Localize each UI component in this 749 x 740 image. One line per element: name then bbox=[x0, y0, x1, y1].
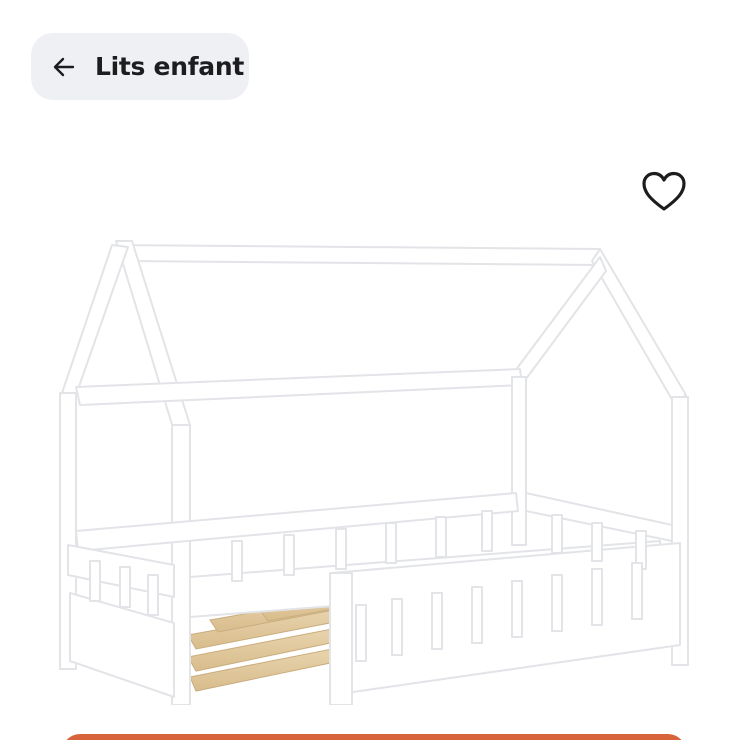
back-button-label: Lits enfant bbox=[95, 52, 244, 81]
heart-icon[interactable] bbox=[640, 169, 688, 215]
back-button[interactable]: Lits enfant bbox=[31, 33, 249, 100]
add-to-cart-button[interactable] bbox=[62, 734, 686, 740]
product-image bbox=[59, 240, 689, 705]
bed-frame bbox=[59, 240, 689, 705]
arrow-left-icon bbox=[53, 57, 75, 76]
product-page: Lits enfant bbox=[0, 0, 749, 740]
